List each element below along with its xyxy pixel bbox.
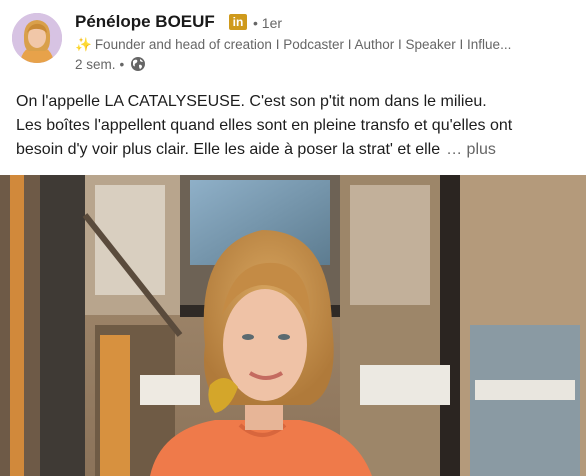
- post-line-2: Les boîtes l'appellent quand elles sont …: [16, 117, 513, 134]
- post-image[interactable]: [0, 175, 586, 476]
- post-header: Pénélope BOEUF in • 1er ✨ Founder and hea…: [0, 0, 586, 82]
- post-meta: 2 sem. •: [75, 56, 146, 72]
- author-headline: ✨ Founder and head of creation I Podcaste…: [75, 37, 565, 53]
- linkedin-badge-icon: in: [229, 14, 247, 30]
- author-avatar[interactable]: [12, 13, 62, 63]
- globe-icon: [130, 56, 146, 72]
- connection-degree: • 1er: [253, 15, 283, 31]
- sparkle-icon: ✨: [75, 37, 92, 52]
- post-body: On l'appelle LA CATALYSEUSE. C'est son p…: [16, 90, 572, 162]
- post-line-3-text: besoin d'y voir plus clair. Elle les aid…: [16, 141, 441, 158]
- post-line-3: besoin d'y voir plus clair. Elle les aid…: [16, 138, 572, 162]
- headline-text: Founder and head of creation I Podcaster…: [94, 37, 512, 52]
- see-more-button[interactable]: … plus: [446, 141, 496, 158]
- post-line-1: On l'appelle LA CATALYSEUSE. C'est son p…: [16, 93, 487, 110]
- meta-separator: •: [119, 56, 125, 72]
- author-name[interactable]: Pénélope BOEUF: [75, 12, 215, 32]
- post-time: 2 sem.: [75, 56, 116, 72]
